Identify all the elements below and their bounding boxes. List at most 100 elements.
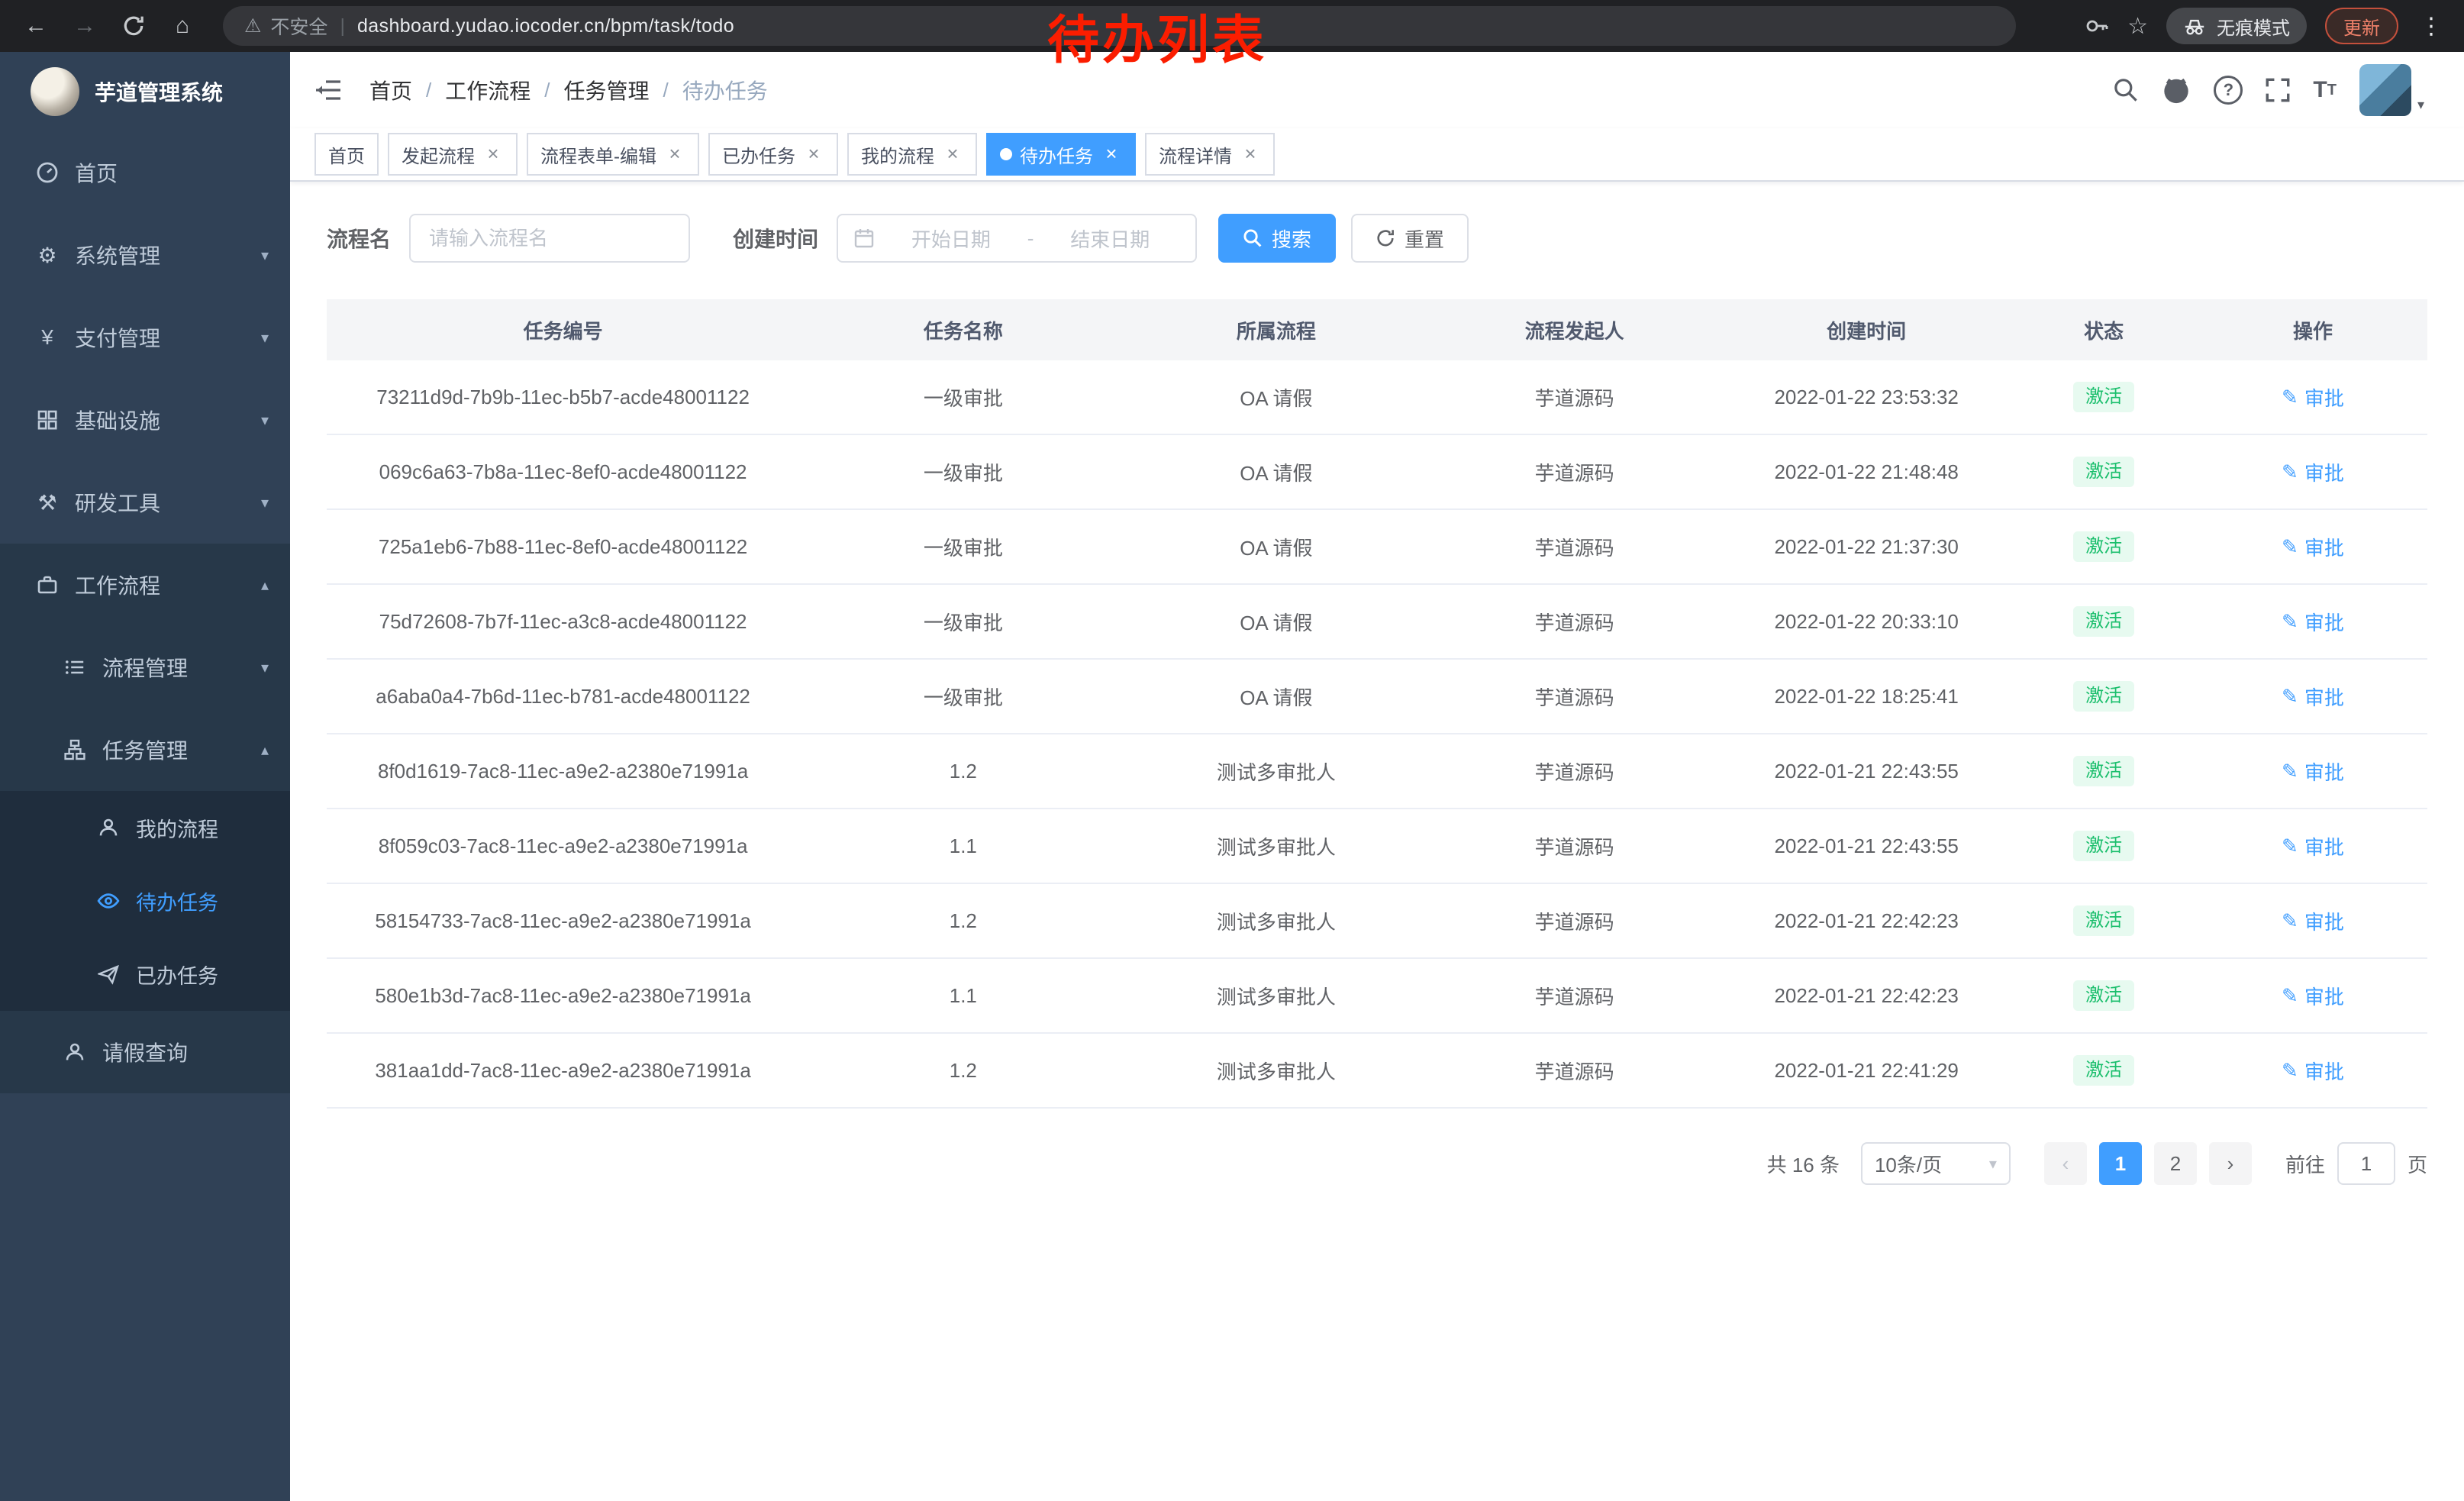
sidebar-item-infrastructure[interactable]: 基础设施 ▾ [0,379,290,461]
gear-icon: ⚙ [31,243,64,268]
reset-button[interactable]: 重置 [1351,214,1469,263]
table-row[interactable]: 725a1eb6-7b88-11ec-8ef0-acde48001122 一级审… [327,510,2427,585]
prev-page-button[interactable]: ‹ [2044,1142,2087,1185]
tab-done-tasks[interactable]: 已办任务 × [708,133,838,176]
cell-initiator: 芋道源码 [1425,458,1724,486]
page-button-1[interactable]: 1 [2099,1142,2142,1185]
table-row[interactable]: 069c6a63-7b8a-11ec-8ef0-acde48001122 一级审… [327,435,2427,510]
pencil-icon: ✎ [2282,1059,2298,1083]
sidebar-item-leave-query[interactable]: 请假查询 [0,1011,290,1093]
close-icon[interactable]: × [664,144,685,165]
sidebar-item-todo-tasks[interactable]: 待办任务 [0,864,290,938]
goto-page-input[interactable] [2337,1142,2395,1185]
sidebar-item-process-mgmt[interactable]: 流程管理 ▾ [0,626,290,709]
table-row[interactable]: 381aa1dd-7ac8-11ec-a9e2-a2380e71991a 1.2… [327,1034,2427,1109]
cell-initiator: 芋道源码 [1425,533,1724,561]
sidebar-item-my-process[interactable]: 我的流程 [0,791,290,864]
approve-link[interactable]: ✎审批 [2282,1057,2344,1085]
table-row[interactable]: 58154733-7ac8-11ec-a9e2-a2380e71991a 1.2… [327,884,2427,959]
cell-task-name: 1.2 [799,760,1127,783]
approve-link[interactable]: ✎审批 [2282,608,2344,636]
cell-task-id: 580e1b3d-7ac8-11ec-a9e2-a2380e71991a [327,984,799,1008]
tags-view: 首页 发起流程 × 流程表单-编辑 × 已办任务 × 我的流程 × 待办任务 ×… [290,128,2464,182]
tab-start-process[interactable]: 发起流程 × [388,133,518,176]
tab-my-process[interactable]: 我的流程 × [847,133,977,176]
approve-link[interactable]: ✎审批 [2282,683,2344,711]
person-icon [58,1041,92,1063]
approve-link[interactable]: ✎审批 [2282,982,2344,1010]
font-size-icon[interactable]: TT [2313,79,2337,102]
home-icon[interactable]: ⌂ [162,5,203,47]
sidebar-item-system[interactable]: ⚙ 系统管理 ▾ [0,214,290,296]
next-page-button[interactable]: › [2209,1142,2252,1185]
chevron-down-icon: ▾ [261,411,269,430]
table-row[interactable]: 8f059c03-7ac8-11ec-a9e2-a2380e71991a 1.1… [327,809,2427,884]
bookmark-star-icon[interactable]: ☆ [2127,13,2148,40]
eye-icon [92,889,125,912]
search-icon[interactable] [2113,77,2139,103]
key-icon[interactable] [2085,14,2109,38]
sidebar-item-label: 我的流程 [136,813,218,843]
sidebar-item-payment[interactable]: ¥ 支付管理 ▾ [0,296,290,379]
tab-process-detail[interactable]: 流程详情 × [1145,133,1275,176]
approve-label: 审批 [2304,1057,2344,1085]
breadcrumb-home[interactable]: 首页 [369,75,412,105]
tab-home[interactable]: 首页 [314,133,379,176]
user-avatar-menu[interactable]: ▾ [2359,64,2424,116]
approve-link[interactable]: ✎审批 [2282,458,2344,486]
status-badge: 激活 [2073,606,2134,637]
breadcrumb-workflow[interactable]: 工作流程 [445,75,531,105]
help-icon[interactable]: ? [2214,76,2243,105]
browser-menu-icon[interactable]: ⋮ [2417,13,2446,40]
refresh-icon[interactable] [113,5,154,47]
approve-link[interactable]: ✎审批 [2282,832,2344,860]
table-row[interactable]: 75d72608-7b7f-11ec-a3c8-acde48001122 一级审… [327,585,2427,660]
col-created: 创建时间 [1724,316,2009,344]
page-button-2[interactable]: 2 [2154,1142,2197,1185]
fullscreen-icon[interactable] [2266,78,2290,102]
tab-todo-tasks[interactable]: 待办任务 × [986,133,1136,176]
security-label[interactable]: 不安全 [270,12,327,40]
approve-link[interactable]: ✎审批 [2282,383,2344,412]
status-badge: 激活 [2073,457,2134,487]
table-row[interactable]: 8f0d1619-7ac8-11ec-a9e2-a2380e71991a 1.2… [327,734,2427,809]
approve-link[interactable]: ✎审批 [2282,533,2344,561]
sidebar-item-task-mgmt[interactable]: 任务管理 ▴ [0,709,290,791]
app-logo-row[interactable]: 芋道管理系统 [0,52,290,131]
breadcrumb-task-mgmt[interactable]: 任务管理 [564,75,650,105]
sidebar-item-label: 请假查询 [102,1037,188,1067]
tab-form-edit[interactable]: 流程表单-编辑 × [527,133,699,176]
close-icon[interactable]: × [482,144,504,165]
sidebar-item-done-tasks[interactable]: 已办任务 [0,938,290,1011]
page-size-select[interactable]: 10条/页 ▾ [1861,1142,2011,1185]
cell-initiator: 芋道源码 [1425,608,1724,636]
approve-link[interactable]: ✎审批 [2282,757,2344,786]
back-icon[interactable]: ← [15,5,56,47]
close-icon[interactable]: × [1240,144,1261,165]
close-icon[interactable]: × [1101,144,1122,165]
approve-label: 审批 [2304,757,2344,786]
url-text[interactable]: dashboard.yudao.iocoder.cn/bpm/task/todo [357,15,734,37]
cell-initiator: 芋道源码 [1425,1057,1724,1085]
sidebar-item-workflow[interactable]: 工作流程 ▴ [0,544,290,626]
date-range-picker[interactable]: 开始日期 - 结束日期 [837,214,1197,263]
table-row[interactable]: a6aba0a4-7b6d-11ec-b781-acde48001122 一级审… [327,660,2427,734]
col-task-id: 任务编号 [327,316,799,344]
search-button[interactable]: 搜索 [1218,214,1336,263]
cell-initiator: 芋道源码 [1425,982,1724,1010]
sidebar-collapse-icon[interactable] [314,78,342,102]
sidebar-item-home[interactable]: 首页 [0,131,290,214]
process-name-input[interactable] [409,214,690,263]
table-row[interactable]: 73211d9d-7b9b-11ec-b5b7-acde48001122 一级审… [327,360,2427,435]
user-icon [92,817,125,838]
update-button[interactable]: 更新 [2325,8,2398,44]
forward-icon[interactable]: → [64,5,105,47]
table-row[interactable]: 580e1b3d-7ac8-11ec-a9e2-a2380e71991a 1.1… [327,959,2427,1034]
close-icon[interactable]: × [803,144,824,165]
start-date-placeholder: 开始日期 [881,224,1021,253]
cell-process: OA 请假 [1127,458,1425,486]
approve-link[interactable]: ✎审批 [2282,907,2344,935]
sidebar-item-devtools[interactable]: ⚒ 研发工具 ▾ [0,461,290,544]
close-icon[interactable]: × [942,144,963,165]
github-icon[interactable] [2162,76,2191,105]
